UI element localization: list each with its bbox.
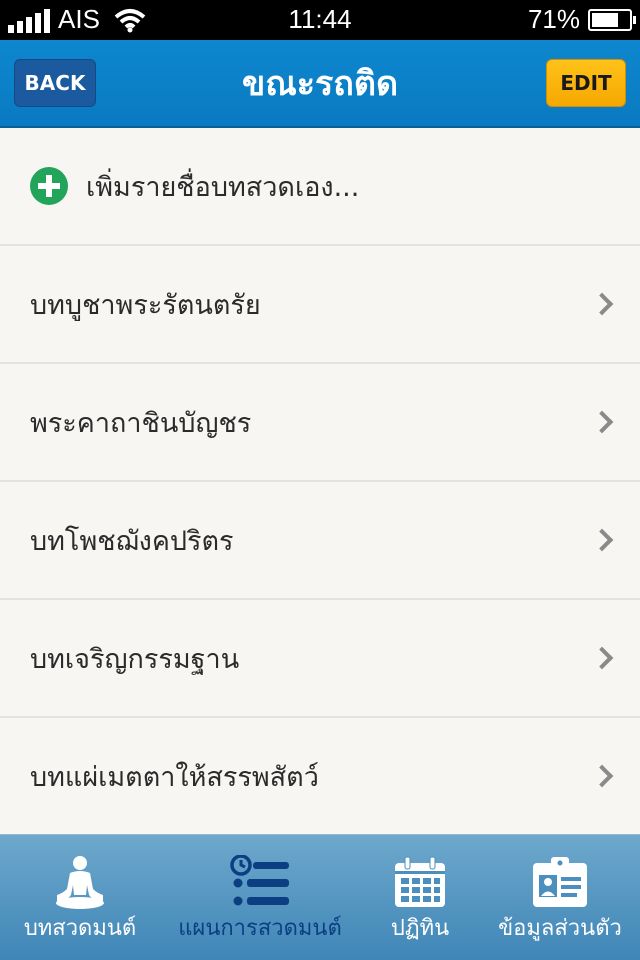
tab-calendar[interactable]: ปฏิทิน — [360, 835, 480, 960]
list-item-label: พระคาถาชินบัญชร — [30, 407, 252, 439]
chevron-right-icon — [590, 292, 614, 316]
nav-bar: ขณะรถติด BACK EDIT — [0, 40, 640, 128]
tab-prayer-plan[interactable]: แผนการสวดมนต์ — [160, 835, 360, 960]
chevron-right-icon — [590, 410, 614, 434]
back-button[interactable]: BACK — [14, 59, 96, 107]
tab-label: บทสวดมนต์ — [23, 916, 137, 941]
list-item[interactable]: บทเจริญกรรมฐาน — [0, 600, 640, 718]
id-card-icon — [533, 857, 587, 907]
tab-bar: บทสวดมนต์ แผนการสวดมนต์ ปฏิทิน ข้อมูลส่ว… — [0, 834, 640, 960]
chevron-right-icon — [590, 528, 614, 552]
list-item[interactable]: บทบูชาพระรัตนตรัย — [0, 246, 640, 364]
tab-profile[interactable]: ข้อมูลส่วนตัว — [480, 835, 640, 960]
chevron-right-icon — [590, 764, 614, 788]
list-item-label: บทบูชาพระรัตนตรัย — [30, 289, 261, 321]
status-right: 71% — [527, 4, 636, 35]
prayer-list: เพิ่มรายชื่อบทสวดเอง... บทบูชาพระรัตนตรั… — [0, 128, 640, 836]
list-item-label: บทแผ่เมตตาให้สรรพสัตว์ — [30, 761, 319, 793]
battery-fill — [592, 12, 618, 27]
page-title: ขณะรถติด — [241, 64, 399, 104]
list-item[interactable]: บทโพชฌังคปริตร — [0, 482, 640, 600]
list-item-label: บทโพชฌังคปริตร — [30, 525, 234, 557]
edit-button[interactable]: EDIT — [546, 59, 626, 107]
tab-label: ข้อมูลส่วนตัว — [498, 916, 622, 941]
status-bar: AIS 11:44 71% — [0, 0, 640, 40]
list-item[interactable]: บทแผ่เมตตาให้สรรพสัตว์ — [0, 718, 640, 836]
tab-label: ปฏิทิน — [390, 916, 450, 941]
tab-prayers[interactable]: บทสวดมนต์ — [0, 835, 160, 960]
schedule-list-icon — [230, 855, 289, 906]
chevron-right-icon — [590, 646, 614, 670]
battery-icon — [588, 8, 636, 31]
calendar-icon — [395, 856, 445, 907]
meditation-icon — [56, 856, 104, 909]
list-item-label: บทเจริญกรรมฐาน — [30, 643, 240, 675]
tab-label: แผนการสวดมนต์ — [178, 916, 342, 941]
list-item[interactable]: พระคาถาชินบัญชร — [0, 364, 640, 482]
add-prayer-label: เพิ่มรายชื่อบทสวดเอง... — [86, 171, 360, 203]
add-prayer-row[interactable]: เพิ่มรายชื่อบทสวดเอง... — [0, 128, 640, 246]
battery-percent: 71% — [527, 4, 580, 34]
add-icon — [30, 167, 68, 205]
